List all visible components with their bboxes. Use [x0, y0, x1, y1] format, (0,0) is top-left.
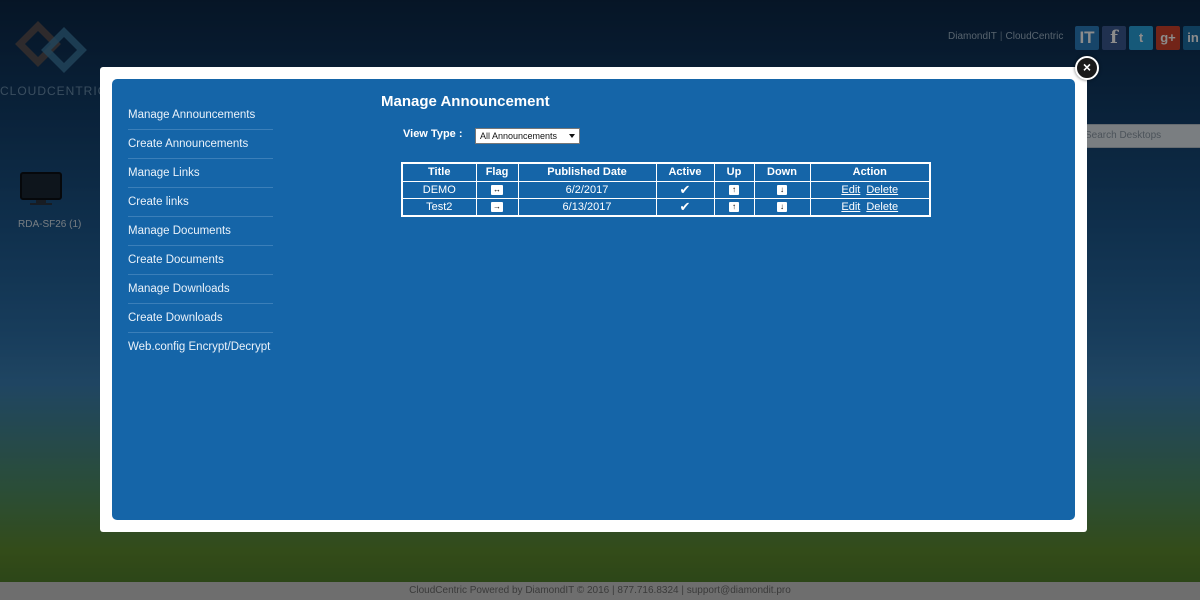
sidebar-item-create-announcements[interactable]: Create Announcements: [128, 130, 273, 159]
table-header-row: Title Flag Published Date Active Up Down…: [401, 162, 931, 182]
col-up: Up: [713, 162, 755, 182]
col-active: Active: [655, 162, 715, 182]
sidebar-item-manage-documents[interactable]: Manage Documents: [128, 217, 273, 246]
sidebar-item-create-links[interactable]: Create links: [128, 188, 273, 217]
col-action: Action: [809, 162, 931, 182]
chevron-down-icon: [569, 134, 575, 138]
sidebar-item-manage-downloads[interactable]: Manage Downloads: [128, 275, 273, 304]
arrow-up-icon[interactable]: ↑: [729, 184, 739, 195]
view-type-select[interactable]: All Announcements: [475, 128, 580, 144]
arrow-up-icon[interactable]: ↑: [729, 201, 739, 212]
col-flag: Flag: [475, 162, 519, 182]
edit-link[interactable]: Edit: [841, 201, 860, 213]
delete-link[interactable]: Delete: [866, 201, 898, 213]
edit-link[interactable]: Edit: [841, 184, 860, 196]
flag-right-icon[interactable]: →: [491, 201, 503, 212]
checkmark-icon: ✔: [679, 198, 691, 214]
announcements-table: Title Flag Published Date Active Up Down…: [401, 162, 931, 217]
modal-panel: Manage Announcements Create Announcement…: [112, 79, 1075, 520]
col-title: Title: [401, 162, 477, 182]
arrow-down-icon[interactable]: ↓: [777, 184, 787, 195]
sidebar-item-create-downloads[interactable]: Create Downloads: [128, 304, 273, 333]
cell-title: DEMO: [401, 180, 477, 199]
col-down: Down: [753, 162, 811, 182]
page-title: Manage Announcement: [381, 93, 550, 110]
view-type-value: All Announcements: [480, 131, 558, 141]
close-icon: ×: [1082, 59, 1092, 75]
cell-date: 6/2/2017: [517, 180, 657, 199]
view-type-label: View Type :: [403, 128, 463, 140]
flag-both-icon[interactable]: ↔: [491, 184, 503, 195]
delete-link[interactable]: Delete: [866, 184, 898, 196]
sidebar-item-manage-announcements[interactable]: Manage Announcements: [128, 101, 273, 130]
table-row: DEMO ↔ 6/2/2017 ✔ ↑ ↓ Edit Delete: [401, 180, 931, 199]
sidebar-item-manage-links[interactable]: Manage Links: [128, 159, 273, 188]
arrow-down-icon[interactable]: ↓: [777, 201, 787, 212]
admin-sidebar: Manage Announcements Create Announcement…: [128, 101, 273, 362]
sidebar-item-create-documents[interactable]: Create Documents: [128, 246, 273, 275]
cell-date: 6/13/2017: [517, 197, 657, 216]
cell-title: Test2: [401, 197, 477, 216]
close-button[interactable]: ×: [1075, 56, 1099, 80]
modal-dialog: Manage Announcements Create Announcement…: [100, 67, 1087, 532]
sidebar-item-webconfig-encrypt[interactable]: Web.config Encrypt/Decrypt: [128, 333, 273, 362]
col-published-date: Published Date: [517, 162, 657, 182]
table-row: Test2 → 6/13/2017 ✔ ↑ ↓ Edit Delete: [401, 197, 931, 216]
checkmark-icon: ✔: [679, 181, 691, 197]
